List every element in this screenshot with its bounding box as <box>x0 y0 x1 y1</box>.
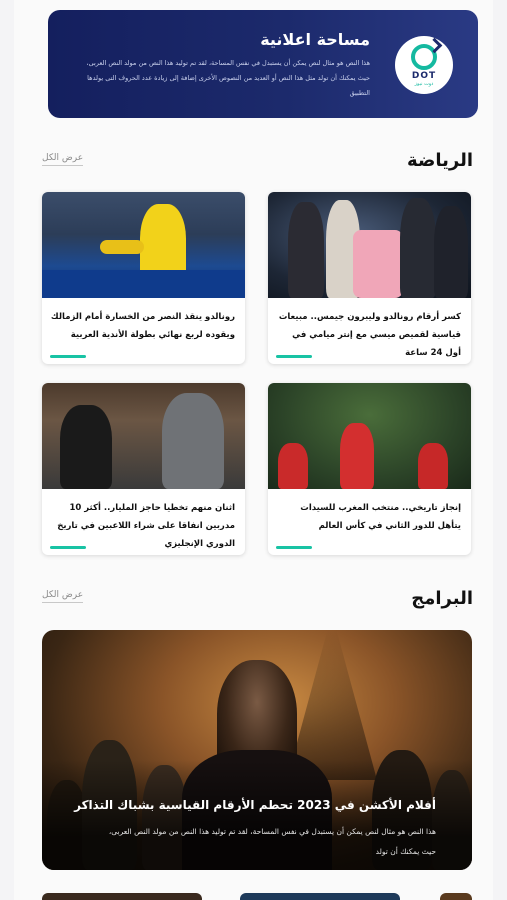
next-card-peek[interactable] <box>440 893 472 900</box>
next-card-peek[interactable] <box>240 893 400 900</box>
logo-subtext: دوت نيوز <box>414 80 434 87</box>
ad-banner[interactable]: DOT دوت نيوز مساحة اعلانية هذا النص هو م… <box>48 10 478 118</box>
accent-bar <box>50 355 86 358</box>
sports-article-card[interactable]: اثنان منهم تخطيا حاجز المليار.. أكثر 10 … <box>42 383 245 555</box>
article-headline: كسر أرقام رونالدو وليبرون جيمس.. مبيعات … <box>278 312 461 358</box>
article-image <box>268 192 471 298</box>
article-headline: إنجاز تاريخي.. منتخب المغرب للسيدات يتأه… <box>300 503 461 531</box>
logo-text: DOT <box>411 70 437 81</box>
article-headline: اثنان منهم تخطيا حاجز المليار.. أكثر 10 … <box>57 503 235 549</box>
featured-program-card[interactable]: أفلام الأكشن في 2023 تحطم الأرقام القياس… <box>42 630 472 870</box>
accent-bar <box>276 355 312 358</box>
article-image <box>42 192 245 298</box>
ad-title: مساحة اعلانية <box>260 30 370 49</box>
sports-see-all-link[interactable]: عرض الكل <box>42 153 84 166</box>
sports-article-card[interactable]: كسر أرقام رونالدو وليبرون جيمس.. مبيعات … <box>268 192 471 364</box>
programs-see-all-link[interactable]: عرض الكل <box>42 590 84 603</box>
programs-section-title: البرامج <box>411 588 473 609</box>
program-description: هذا النص هو مثال لنص يمكن أن يستبدل في ن… <box>108 827 436 856</box>
sports-article-card[interactable]: إنجاز تاريخي.. منتخب المغرب للسيدات يتأه… <box>268 383 471 555</box>
ad-text: هذا النص هو مثال لنص يمكن أن يستبدل في ن… <box>86 59 370 97</box>
sports-section-title: الرياضة <box>407 150 473 171</box>
article-image <box>42 383 245 489</box>
program-headline: أفلام الأكشن في 2023 تحطم الأرقام القياس… <box>74 798 436 812</box>
accent-bar <box>276 546 312 549</box>
sports-article-card[interactable]: رونالدو ينقذ النصر من الخسارة أمام الزما… <box>42 192 245 364</box>
logo-ring-icon <box>411 43 437 70</box>
accent-bar <box>50 546 86 549</box>
article-headline: رونالدو ينقذ النصر من الخسارة أمام الزما… <box>50 312 235 340</box>
dot-logo: DOT دوت نيوز <box>395 36 453 94</box>
article-image <box>268 383 471 489</box>
next-card-peek[interactable] <box>42 893 202 900</box>
